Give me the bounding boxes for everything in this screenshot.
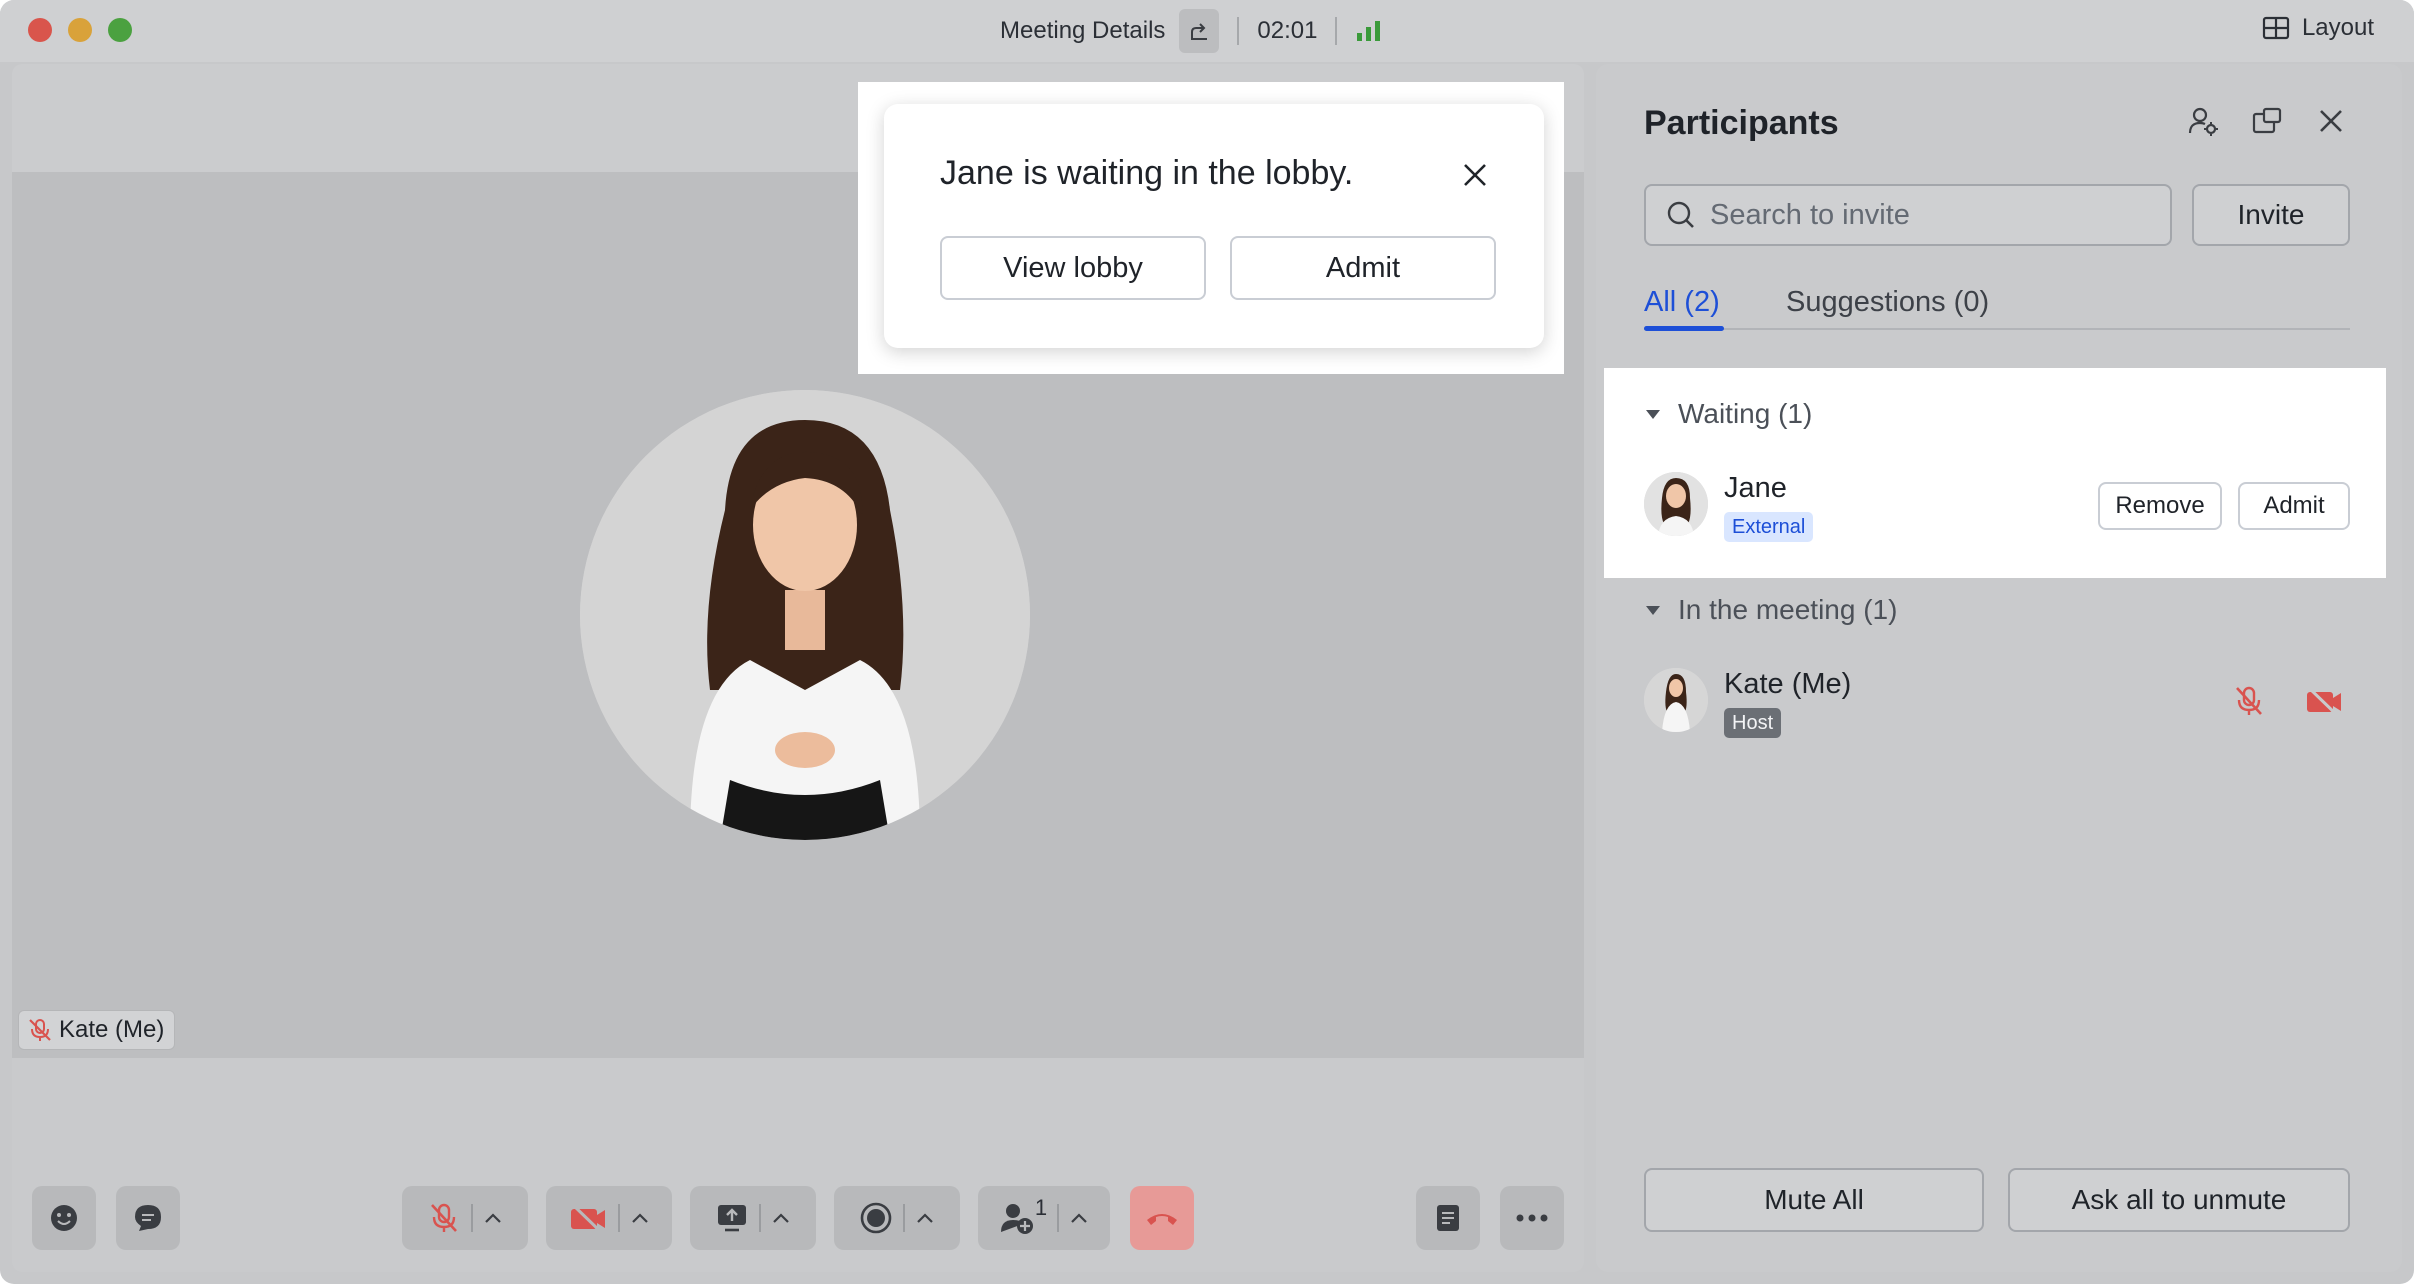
share-link-button[interactable] (1179, 9, 1220, 53)
tab-all[interactable]: All (2) (1644, 286, 1720, 319)
search-input[interactable] (1710, 198, 2150, 232)
microphone-control[interactable] (402, 1186, 528, 1250)
minimize-window-button[interactable] (68, 18, 92, 42)
chevron-up-icon[interactable] (915, 1211, 935, 1225)
divider (618, 1204, 620, 1232)
pop-out-icon[interactable] (2252, 106, 2282, 136)
chevron-up-icon[interactable] (771, 1211, 791, 1225)
participant-settings-icon[interactable] (2188, 106, 2218, 136)
chevron-up-icon[interactable] (630, 1211, 650, 1225)
share-screen-icon (718, 1205, 746, 1232)
panel-actions (2188, 106, 2346, 136)
maximize-window-button[interactable] (108, 18, 132, 42)
avatar (1644, 472, 1708, 536)
record-control[interactable] (834, 1186, 960, 1250)
meeting-timer: 02:01 (1257, 17, 1318, 44)
more-horizontal-icon (1516, 1214, 1548, 1222)
divider (759, 1204, 761, 1232)
lobby-message: Jane is waiting in the lobby. (940, 154, 1354, 192)
jane-avatar-image (1644, 472, 1708, 536)
in-meeting-participant-name: Kate (Me) (1724, 668, 1852, 700)
search-field[interactable] (1644, 184, 2172, 246)
leave-meeting-button[interactable] (1130, 1186, 1194, 1250)
chat-button[interactable] (116, 1186, 180, 1250)
meeting-window: Meeting Details 02:01 Layout Kate (Me) 1… (0, 0, 2414, 1284)
divider (471, 1204, 473, 1232)
share-icon (1191, 23, 1208, 40)
close-icon[interactable] (1460, 160, 1490, 190)
participants-panel: Participants Invite (1596, 64, 2402, 1272)
person-portrait (580, 390, 1030, 840)
divider (903, 1204, 905, 1232)
panel-title: Participants (1644, 104, 1839, 142)
camera-control[interactable] (546, 1186, 672, 1250)
layout-label: Layout (2301, 14, 2374, 41)
waiting-header-label: Waiting (1) (1678, 398, 1813, 429)
waiting-participant-name: Jane (1724, 472, 1787, 504)
kate-avatar-image (1644, 668, 1708, 732)
mute-all-button[interactable]: Mute All (1644, 1168, 1984, 1232)
divider (1237, 17, 1240, 45)
in-meeting-header-label: In the meeting (1) (1678, 594, 1898, 625)
chevron-up-icon[interactable] (483, 1211, 503, 1225)
meeting-title[interactable]: Meeting Details (1000, 17, 1165, 45)
camera-off-icon[interactable] (2304, 684, 2344, 718)
record-icon (860, 1202, 892, 1234)
document-icon (1437, 1205, 1459, 1231)
signal-strength-icon[interactable] (1355, 19, 1383, 43)
self-name-tag: Kate (Me) (18, 1010, 176, 1050)
self-name-label: Kate (Me) (59, 1016, 165, 1043)
hang-up-icon (1147, 1214, 1177, 1225)
layout-button[interactable]: Layout (2262, 14, 2374, 42)
caret-down-icon (1646, 410, 1660, 419)
add-participant-icon (1000, 1204, 1033, 1234)
divider (1335, 17, 1338, 45)
more-options-button[interactable] (1500, 1186, 1564, 1250)
mic-muted-icon (431, 1203, 457, 1232)
reactions-button[interactable] (32, 1186, 96, 1250)
waiting-header[interactable]: Waiting (1) (1644, 398, 1812, 430)
ask-all-to-unmute-button[interactable]: Ask all to unmute (2008, 1168, 2350, 1232)
close-icon[interactable] (2316, 106, 2346, 136)
caret-down-icon (1646, 606, 1660, 615)
participants-count: 1 (1034, 1195, 1048, 1220)
active-tab-indicator (1644, 326, 1724, 331)
participants-control[interactable]: 1 (978, 1186, 1110, 1250)
chat-bubble-icon (135, 1205, 161, 1231)
emoji-icon (51, 1205, 77, 1231)
participant-tabs: All (2) Suggestions (0) (1644, 286, 2350, 331)
search-icon (1667, 201, 1694, 228)
share-screen-control[interactable] (690, 1186, 816, 1250)
title-bar: Meeting Details 02:01 Layout (0, 0, 2414, 62)
view-lobby-button[interactable]: View lobby (940, 236, 1206, 300)
in-meeting-header[interactable]: In the meeting (1) (1644, 594, 1897, 626)
participant-avatar-large (580, 390, 1030, 840)
mic-muted-icon[interactable] (2232, 684, 2266, 718)
participants-indicator: 1 (999, 1195, 1047, 1235)
camera-off-icon (570, 1202, 605, 1235)
lobby-notification: Jane is waiting in the lobby. View lobby… (884, 104, 1544, 348)
notes-button[interactable] (1416, 1186, 1480, 1250)
window-controls (28, 18, 132, 42)
close-window-button[interactable] (28, 18, 52, 42)
tab-suggestions[interactable]: Suggestions (0) (1786, 286, 1989, 319)
avatar (1644, 668, 1708, 732)
host-badge: Host (1724, 708, 1782, 738)
mic-muted-icon (29, 1019, 51, 1041)
external-badge: External (1724, 512, 1814, 542)
invite-button[interactable]: Invite (2192, 184, 2350, 246)
admit-popup-button[interactable]: Admit (1230, 236, 1496, 300)
admit-button[interactable]: Admit (2238, 482, 2350, 530)
meeting-info: Meeting Details 02:01 (1000, 8, 1383, 54)
chevron-up-icon[interactable] (1069, 1211, 1089, 1225)
grid-layout-icon (2262, 16, 2290, 40)
remove-button[interactable]: Remove (2098, 482, 2222, 530)
divider (1057, 1204, 1060, 1232)
